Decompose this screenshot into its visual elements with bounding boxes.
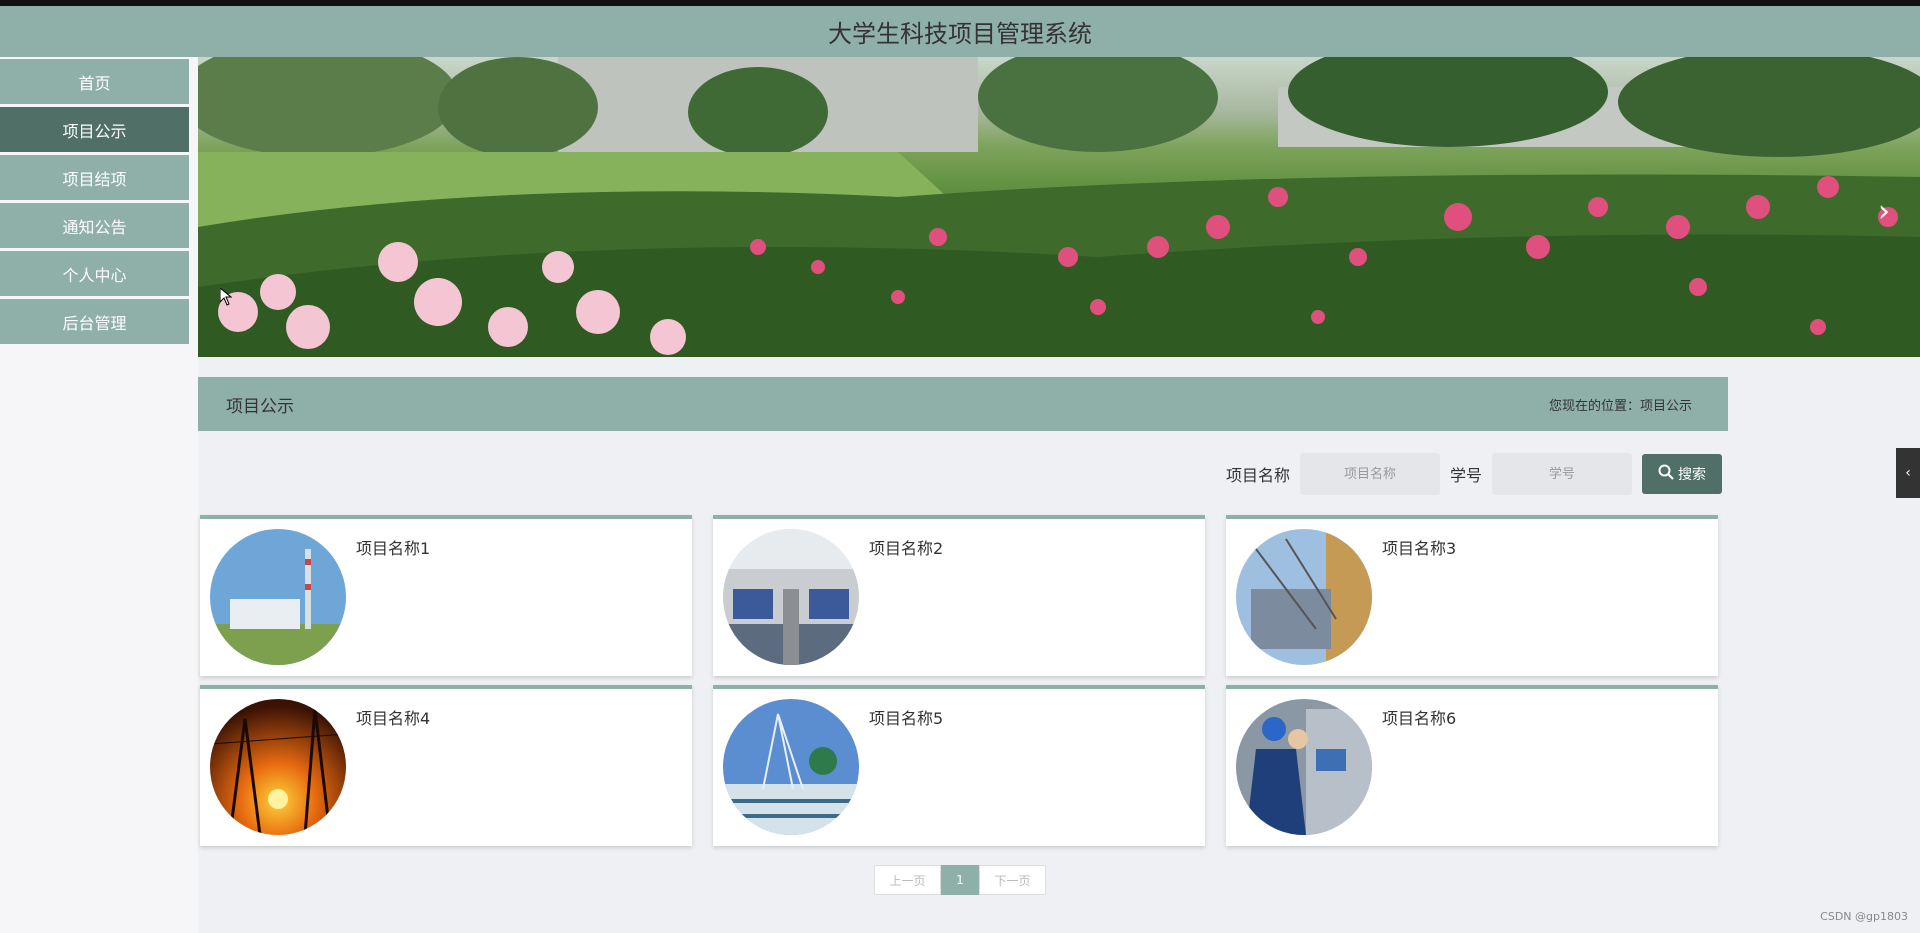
sidebar-item-label: 通知公告 [62, 217, 127, 237]
watermark: CSDN @gp1803 [1820, 910, 1908, 923]
search-button[interactable]: 搜索 [1642, 454, 1722, 494]
sidebar-item-label: 首页 [78, 73, 111, 93]
section-title: 项目公示 [226, 396, 294, 417]
sidebar-item-label: 个人中心 [62, 265, 127, 285]
sidebar-item-personal-center[interactable]: 个人中心 [0, 251, 189, 296]
project-name: 项目名称4 [356, 709, 431, 728]
project-name-input[interactable] [1299, 453, 1440, 495]
project-card[interactable]: 项目名称6 [1226, 685, 1718, 846]
sidebar-item-label: 项目公示 [62, 121, 127, 141]
project-name: 项目名称6 [1382, 709, 1457, 728]
project-thumbnail [1236, 699, 1372, 835]
project-name: 项目名称2 [869, 539, 944, 558]
next-page-button[interactable]: 下一页 [979, 865, 1046, 895]
prev-page-button[interactable]: 上一页 [874, 865, 941, 895]
search-button-label: 搜索 [1678, 467, 1706, 483]
sidebar-item-project-publicity[interactable]: 项目公示 [0, 107, 189, 152]
project-card[interactable]: 项目名称2 [713, 515, 1205, 676]
chevron-right-icon[interactable]: › [1872, 193, 1896, 229]
sidebar-item-label: 后台管理 [62, 313, 127, 333]
breadcrumb: 您现在的位置：项目公示 [1548, 398, 1692, 414]
site-title: 大学生科技项目管理系统 [828, 20, 1092, 48]
page-number-current[interactable]: 1 [941, 865, 979, 895]
project-name: 项目名称5 [869, 709, 944, 728]
project-card[interactable]: 项目名称1 [200, 515, 692, 676]
main-content: 项目公示 您现在的位置：项目公示 项目名称 学号 搜索 项目名称1 项目名称2 [198, 357, 1920, 933]
project-thumbnail [1236, 529, 1372, 665]
project-thumbnail [723, 699, 859, 835]
project-thumbnail [210, 699, 346, 835]
mouse-cursor-icon [219, 286, 233, 310]
sidebar-item-admin[interactable]: 后台管理 [0, 299, 189, 344]
project-name: 项目名称1 [356, 539, 431, 558]
project-card[interactable]: 项目名称4 [200, 685, 692, 846]
project-thumbnail [210, 529, 346, 665]
sidebar-item-project-closure[interactable]: 项目结项 [0, 155, 189, 200]
section-header: 项目公示 您现在的位置：项目公示 [198, 377, 1728, 431]
site-header: 大学生科技项目管理系统 [0, 6, 1920, 57]
project-thumbnail [723, 529, 859, 665]
search-icon [1658, 464, 1674, 484]
sidebar: 首页 项目公示 项目结项 通知公告 个人中心 后台管理 [0, 57, 198, 933]
project-card[interactable]: 项目名称3 [1226, 515, 1718, 676]
pagination: 上一页 1 下一页 [874, 865, 1046, 895]
project-card[interactable]: 项目名称5 [713, 685, 1205, 846]
sidebar-item-notices[interactable]: 通知公告 [0, 203, 189, 248]
project-name-label: 项目名称 [1225, 466, 1290, 485]
search-bar: 项目名称 学号 搜索 [1226, 453, 1722, 495]
student-id-input[interactable] [1492, 453, 1632, 495]
project-name: 项目名称3 [1382, 539, 1457, 558]
chevron-left-icon[interactable]: ‹ [1896, 448, 1920, 498]
student-id-label: 学号 [1449, 466, 1482, 485]
sidebar-item-label: 项目结项 [62, 169, 127, 189]
sidebar-item-home[interactable]: 首页 [0, 59, 189, 104]
banner-image [198, 57, 1920, 357]
banner-carousel[interactable]: › [198, 57, 1920, 357]
